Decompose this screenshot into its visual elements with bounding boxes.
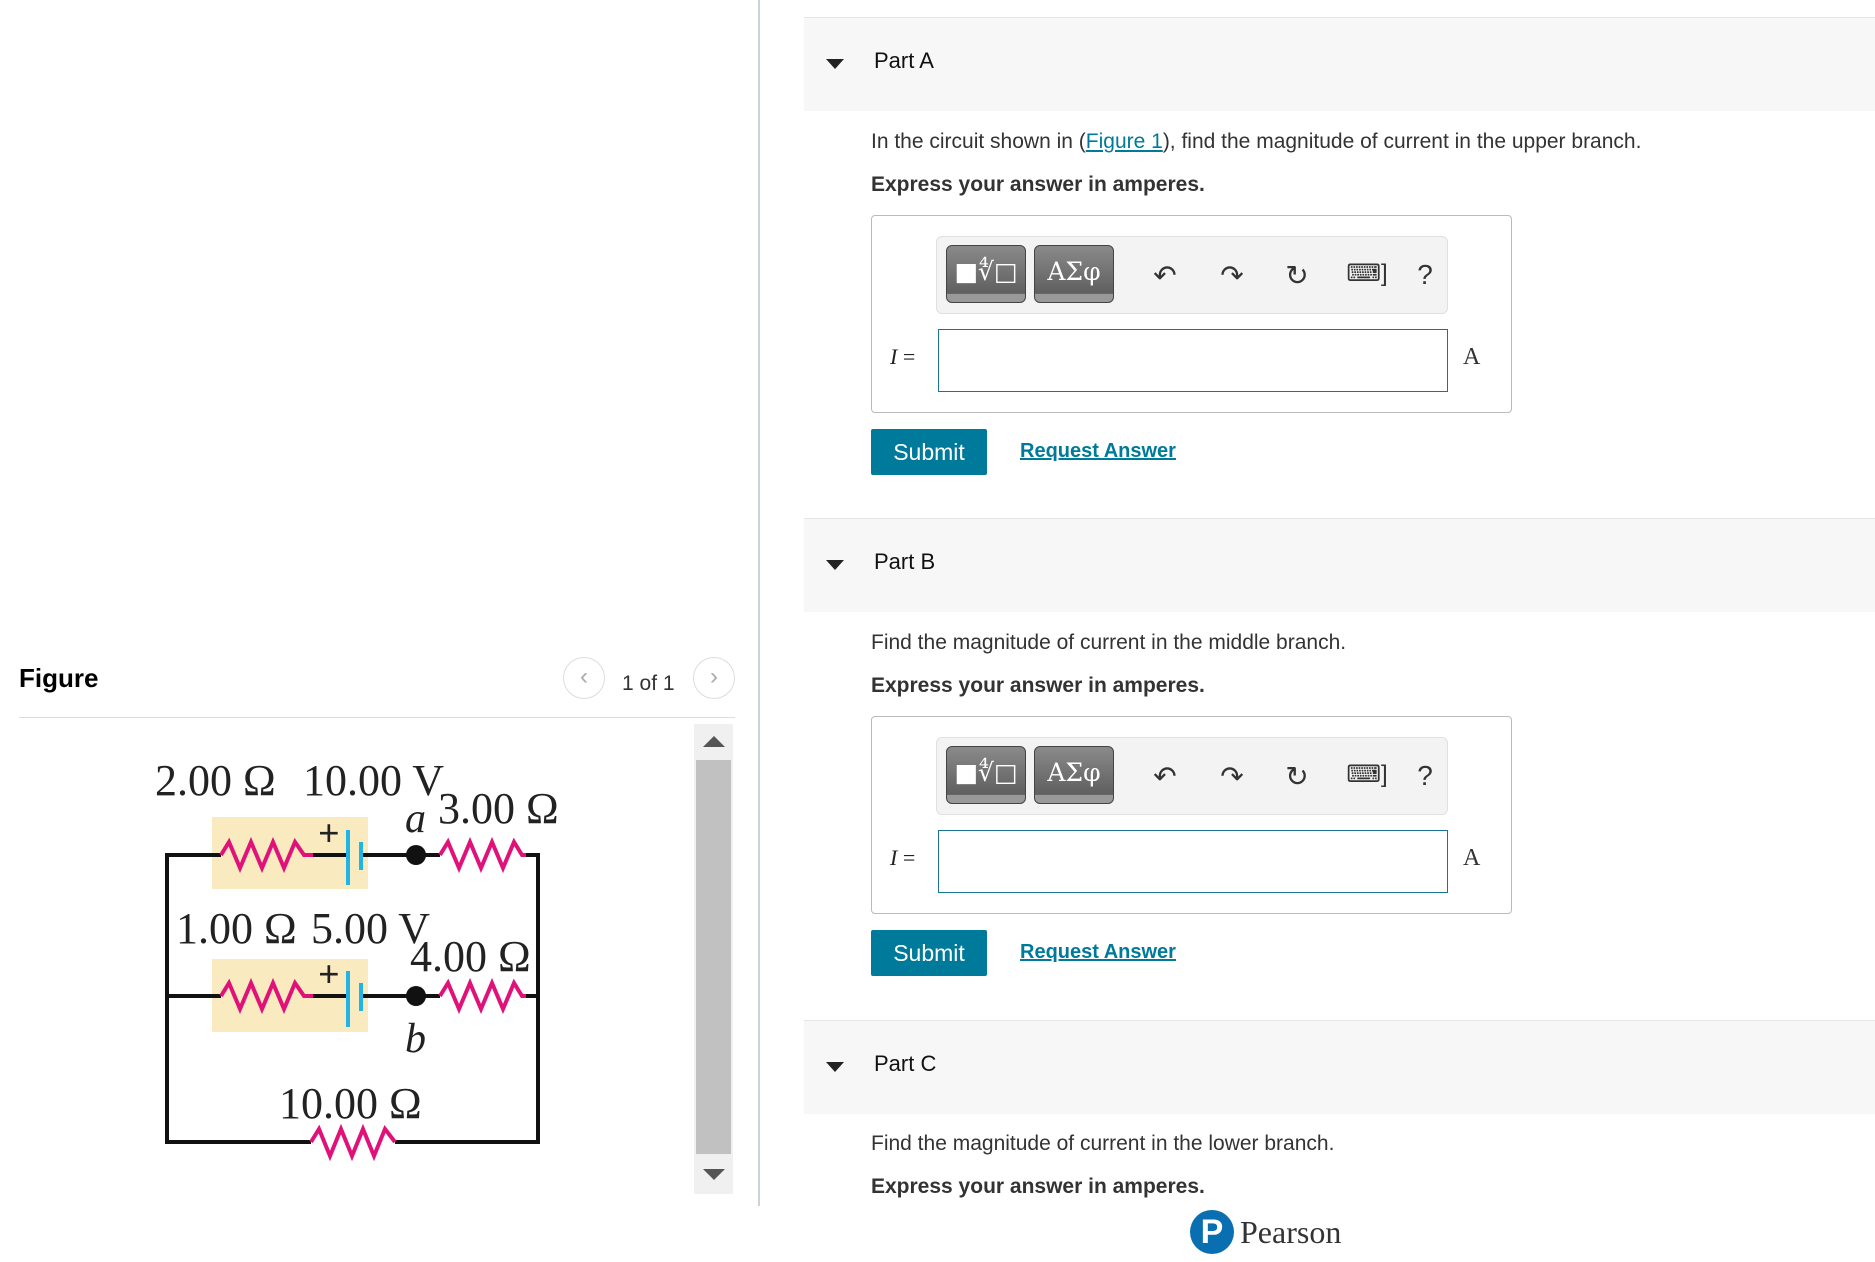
keyboard-icon[interactable]: ⌨] [1342,760,1392,789]
equals: = [897,845,916,870]
part-b-answer-box: ■∜□ ΑΣφ ↶ ↷ ↻ ⌨] ? I = A [871,716,1512,914]
label-node-a: a [405,796,426,842]
equals: = [897,344,916,369]
templates-button[interactable]: ■∜□ [946,746,1026,804]
part-b-header[interactable]: Part B [804,518,1875,612]
resistor-3ohm [438,836,526,874]
part-b-question: Find the magnitude of current in the mid… [871,631,1347,654]
reset-icon[interactable]: ↻ [1279,760,1315,793]
redo-icon[interactable]: ↷ [1214,259,1250,292]
label-plus-mid: + [318,954,340,996]
pearson-name: Pearson [1240,1213,1342,1250]
part-a-instruction: Express your answer in amperes. [871,173,1205,196]
keyboard-icon[interactable]: ⌨] [1342,259,1392,288]
label-r-top-right: 3.00 Ω [438,784,559,833]
part-c-title: Part C [874,1051,937,1076]
part-a-answer-box: ■∜□ ΑΣφ ↶ ↷ ↻ ⌨] ? I = A [871,215,1512,413]
symbols-button[interactable]: ΑΣφ [1034,245,1114,303]
question-text: ), find the magnitude of current in the … [1162,130,1642,153]
request-answer-link[interactable]: Request Answer [1020,440,1176,463]
pearson-logo-icon: P [1190,1210,1234,1254]
part-a-question: In the circuit shown in (Figure 1), find… [871,130,1641,154]
label-node-b: b [405,1016,426,1062]
circuit-diagram: 2.00 Ω 10.00 V a 3.00 Ω + 1.00 Ω 5.00 V … [155,756,559,1162]
part-b-instruction: Express your answer in amperes. [871,674,1205,697]
input-label: I = [890,845,915,871]
label-plus-top: + [318,813,340,855]
input-label: I = [890,344,915,370]
part-b-title: Part B [874,549,936,574]
request-answer-link[interactable]: Request Answer [1020,941,1176,964]
label-r-mid-left: 1.00 Ω [176,904,297,953]
submit-button[interactable]: Submit [871,930,987,976]
answer-input[interactable] [938,830,1448,893]
undo-icon[interactable]: ↶ [1147,760,1183,793]
answer-input[interactable] [938,329,1448,392]
math-toolbar: ■∜□ ΑΣφ ↶ ↷ ↻ ⌨] ? [936,737,1448,815]
node-a-dot [406,845,426,865]
collapse-triangle-icon[interactable] [826,1062,844,1072]
part-a-header[interactable]: Part A [804,17,1875,111]
redo-icon[interactable]: ↷ [1214,760,1250,793]
node-b-dot [406,986,426,1006]
part-a-title: Part A [874,48,934,73]
pearson-brand: P Pearson [1190,1208,1341,1256]
unit-label: A [1463,845,1481,871]
undo-icon[interactable]: ↶ [1147,259,1183,292]
math-toolbar: ■∜□ ΑΣφ ↶ ↷ ↻ ⌨] ? [936,236,1448,314]
help-icon[interactable]: ? [1407,760,1443,792]
part-c-question: Find the magnitude of current in the low… [871,1132,1335,1155]
symbols-button[interactable]: ΑΣφ [1034,746,1114,804]
part-c-instruction: Express your answer in amperes. [871,1175,1205,1198]
help-icon[interactable]: ? [1407,259,1443,291]
collapse-triangle-icon[interactable] [826,560,844,570]
label-r-top-left: 2.00 Ω [155,756,276,805]
submit-button[interactable]: Submit [871,429,987,475]
label-r-mid-right: 4.00 Ω [410,932,531,981]
question-text: In the circuit shown in ( [871,130,1086,153]
resistor-4ohm [438,977,526,1015]
part-c-header[interactable]: Part C [804,1020,1875,1114]
resistor-10ohm [309,1123,397,1162]
reset-icon[interactable]: ↻ [1279,259,1315,292]
unit-label: A [1463,344,1481,370]
figure-link[interactable]: Figure 1 [1086,130,1163,153]
label-r-bottom: 10.00 Ω [279,1079,422,1128]
collapse-triangle-icon[interactable] [826,59,844,69]
templates-button[interactable]: ■∜□ [946,245,1026,303]
